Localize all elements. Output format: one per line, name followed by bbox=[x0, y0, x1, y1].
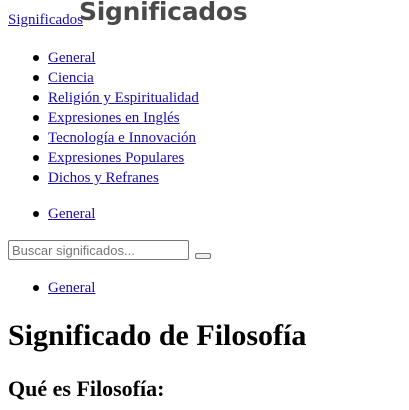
breadcrumb-link-general[interactable]: General bbox=[48, 280, 95, 296]
nav-link-ciencia[interactable]: Ciencia bbox=[48, 70, 94, 86]
secondary-nav: General bbox=[8, 204, 95, 224]
nav-item-ciencia: Ciencia bbox=[8, 68, 199, 88]
nav-link-general[interactable]: General bbox=[48, 50, 95, 66]
nav-item-tecnologia: Tecnología e Innovación bbox=[8, 128, 199, 148]
nav-item-expresiones-ingles: Expresiones en Inglés bbox=[8, 108, 199, 128]
nav-item-religion: Religión y Espiritualidad bbox=[8, 88, 199, 108]
secondary-nav-item-general: General bbox=[8, 204, 95, 224]
breadcrumb-nav: General bbox=[8, 278, 95, 298]
nav-link-dichos[interactable]: Dichos y Refranes bbox=[48, 170, 159, 186]
search-input[interactable] bbox=[8, 240, 189, 260]
nav-link-tecnologia[interactable]: Tecnología e Innovación bbox=[48, 130, 196, 146]
search-button[interactable] bbox=[195, 253, 211, 259]
breadcrumb-item-general: General bbox=[8, 278, 95, 298]
nav-item-expresiones-populares: Expresiones Populares bbox=[8, 148, 199, 168]
secondary-nav-link-general[interactable]: General bbox=[48, 206, 95, 222]
nav-item-dichos: Dichos y Refranes bbox=[8, 168, 199, 188]
site-home-link[interactable]: Significados bbox=[8, 12, 83, 29]
nav-link-expresiones-populares[interactable]: Expresiones Populares bbox=[48, 150, 184, 166]
nav-link-religion[interactable]: Religión y Espiritualidad bbox=[48, 90, 199, 106]
site-logo[interactable]: Significados bbox=[79, 0, 248, 26]
nav-item-general: General bbox=[8, 48, 199, 68]
search-form bbox=[8, 240, 211, 260]
nav-link-expresiones-ingles[interactable]: Expresiones en Inglés bbox=[48, 110, 180, 126]
page-title: Significado de Filosofía bbox=[8, 319, 307, 352]
category-nav: General Ciencia Religión y Espiritualida… bbox=[8, 48, 199, 188]
section-title: Qué es Filosofía: bbox=[8, 376, 165, 401]
